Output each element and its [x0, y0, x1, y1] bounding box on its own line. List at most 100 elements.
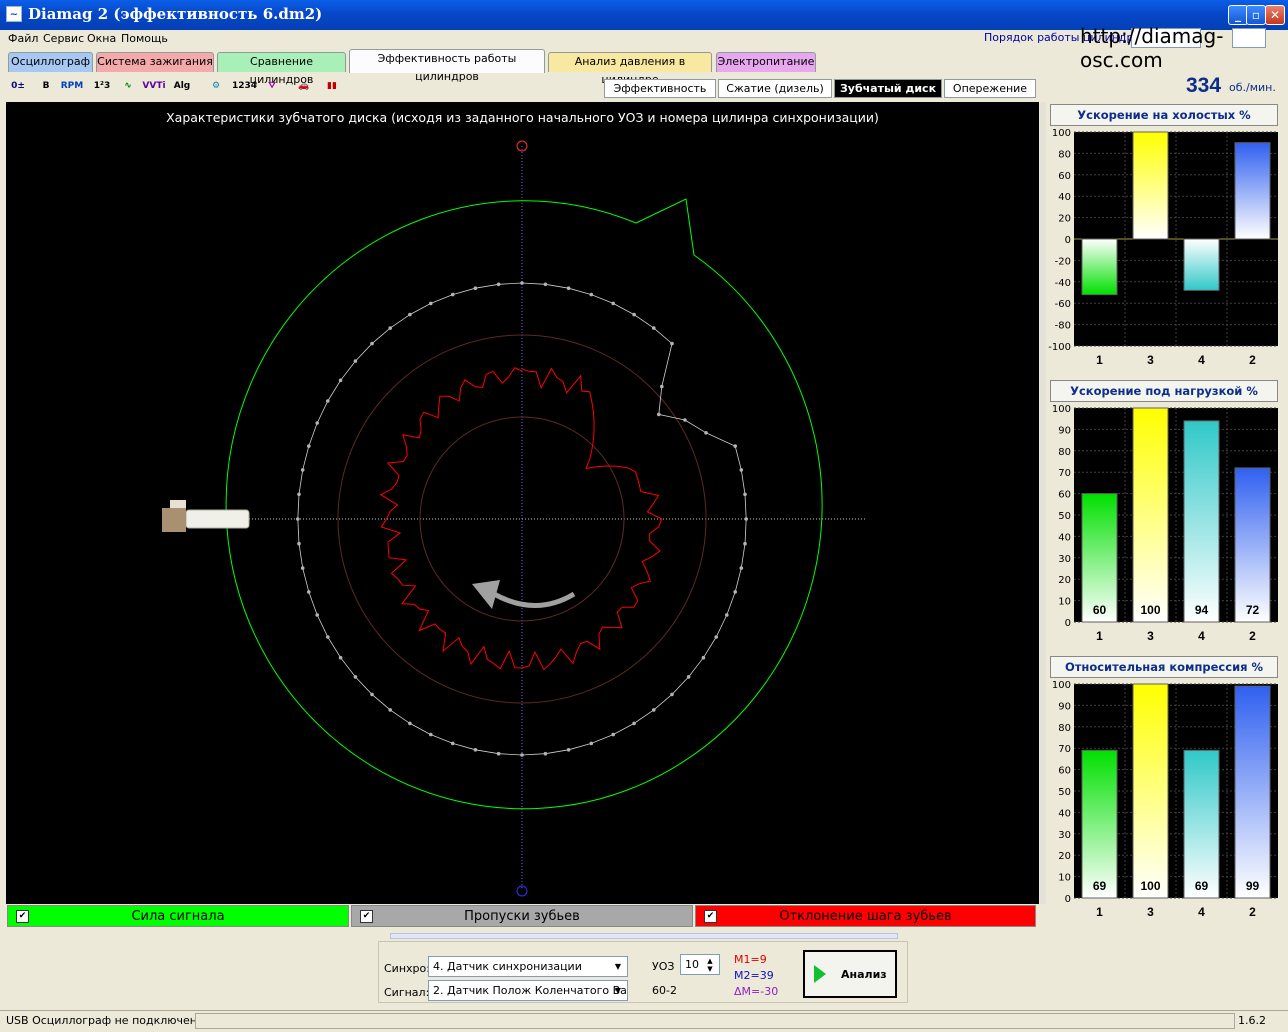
tooth-dot	[589, 741, 594, 746]
filter-icon[interactable]: ⛛	[260, 75, 284, 97]
tooth-dot	[611, 301, 615, 306]
vvti-icon[interactable]: VVTi	[142, 75, 166, 97]
tooth-dot	[704, 431, 708, 435]
signal-strength-checkbox[interactable]: ✔	[16, 910, 29, 923]
maximize-button[interactable]: ▫	[1246, 5, 1266, 25]
tab-pressure-analysis[interactable]: Анализ давления в цилиндре	[548, 52, 712, 86]
tooth-disk-plot: Характеристики зубчатого диска (исходя и…	[6, 102, 1039, 904]
x-tick-label: 3	[1147, 353, 1154, 367]
load-accel-chart: 0 10 20 30 40 50 60 70 80 90 100 60 1 100 3 94 4 72 2	[1052, 404, 1278, 643]
analyze-label: Анализ	[841, 968, 887, 981]
sync-select[interactable]: 4. Датчик синхронизации ▼	[428, 956, 628, 977]
y-tick-label: 100	[1052, 128, 1071, 139]
tooth-dot	[496, 751, 501, 756]
injector-icon[interactable]: ⚙	[204, 75, 228, 97]
bar-value-label: 69	[1093, 879, 1107, 893]
x-tick-label: 1	[1096, 629, 1103, 643]
menu-file[interactable]: Файл	[8, 31, 38, 47]
tooth-dot	[496, 282, 501, 287]
tooth-dot	[296, 517, 300, 521]
spinner-arrows-icon[interactable]: ▲ ▼	[703, 957, 717, 973]
rpm-icon[interactable]: RPM	[60, 75, 84, 97]
tooth-pitch-toggle[interactable]: ✔ Отклонение шага зубьев	[695, 905, 1036, 927]
uoz-label: УОЗ	[652, 960, 675, 973]
tooth-dot	[520, 753, 524, 757]
signal-select[interactable]: 2. Датчик Полож Коленчатого Вал ▼	[428, 980, 628, 1001]
uoz-spinner[interactable]: 10 ▲ ▼	[680, 954, 720, 975]
tab-ignition[interactable]: Система зажигания	[96, 52, 214, 72]
algorithm-icon[interactable]: Alg	[170, 75, 194, 97]
subtab-compression-diesel[interactable]: Сжатие (дизель)	[718, 79, 832, 98]
menu-service[interactable]: Сервис	[43, 31, 84, 47]
menu-help[interactable]: Помощь	[121, 31, 168, 47]
tooth-dot	[307, 444, 311, 448]
tooth-dot	[388, 708, 393, 712]
subtab-tooth-disk[interactable]: Зубчатый диск	[834, 79, 942, 98]
chart-icon[interactable]: ▮▮	[320, 75, 344, 97]
y-tick-label: 20	[1058, 851, 1071, 862]
chevron-down-icon[interactable]: ▼	[611, 959, 625, 974]
close-button[interactable]: ✕	[1265, 5, 1285, 25]
settings-icon[interactable]: 0±	[6, 75, 30, 97]
tooth-pitch-label: Отклонение шага зубьев	[779, 909, 952, 924]
y-tick-label: 0	[1065, 618, 1071, 629]
y-tick-label: -60	[1055, 299, 1071, 310]
signal-strength-label: Сила сигнала	[131, 909, 225, 924]
tooth-dot	[370, 692, 374, 697]
chevron-down-icon[interactable]: ▼	[611, 983, 625, 998]
subtab-advance[interactable]: Опережение	[944, 79, 1036, 98]
subtab-efficiency[interactable]: Эффективность	[604, 79, 716, 98]
minimize-button[interactable]: _	[1228, 5, 1248, 25]
tooth-pitch-checkbox[interactable]: ✔	[704, 910, 717, 923]
y-tick-label: 30	[1058, 830, 1071, 841]
y-tick-label: 30	[1058, 554, 1071, 565]
bold-icon[interactable]: B	[34, 75, 58, 97]
sequence-icon[interactable]: 1234	[232, 75, 257, 97]
tab-cylinder-efficiency[interactable]: Эффективность работы цилиндров	[349, 49, 545, 83]
y-tick-label: 80	[1058, 723, 1071, 734]
x-tick-label: 3	[1147, 905, 1154, 919]
bar-cyl-1	[1081, 238, 1118, 296]
signal-strength-curve	[225, 198, 823, 810]
tab-power[interactable]: Электропитание	[716, 52, 816, 72]
menu-windows[interactable]: Окна	[87, 31, 116, 47]
bar-cyl-1	[1081, 749, 1118, 899]
tab-cylinder-compare[interactable]: Сравнение цилиндров	[217, 52, 346, 86]
bottom-splitter[interactable]	[390, 933, 898, 939]
bar-cyl-3	[1132, 683, 1169, 899]
tooth-dot	[326, 635, 330, 639]
y-tick-label: -20	[1055, 256, 1071, 267]
status-pane	[195, 1013, 1235, 1029]
signal-value: 2. Датчик Полож Коленчатого Вал	[433, 984, 628, 997]
y-tick-label: 70	[1058, 468, 1071, 479]
tooth-dot	[744, 517, 748, 521]
bar-cyl-4	[1183, 749, 1220, 899]
tooth-dot	[543, 751, 548, 756]
tooth-dot	[429, 732, 433, 737]
car-icon[interactable]: 🚗	[292, 75, 316, 97]
signal-strength-toggle[interactable]: ✔ Сила сигнала	[7, 905, 349, 927]
tooth-gaps-checkbox[interactable]: ✔	[360, 910, 373, 923]
y-tick-label: -100	[1048, 342, 1071, 353]
y-tick-label: 60	[1058, 490, 1071, 501]
tab-oscilloscope[interactable]: Осциллограф	[8, 52, 93, 72]
tooth-dot	[683, 418, 687, 422]
analyze-button[interactable]: Анализ	[803, 950, 897, 998]
tooth-gaps-label: Пропуски зубьев	[464, 909, 580, 924]
graph-icon[interactable]: ∿	[116, 75, 140, 97]
side-splitter[interactable]	[1040, 102, 1046, 904]
rotation-arrowhead	[472, 580, 500, 609]
uoz-value: 10	[685, 958, 699, 971]
tooth-dot	[739, 468, 744, 472]
compression-title: Относительная компрессия %	[1050, 656, 1278, 678]
wheel-type: 60-2	[652, 984, 677, 997]
y-tick-label: 80	[1058, 149, 1071, 160]
order-icon[interactable]: 1²3	[90, 75, 114, 97]
rpm-value: 334	[1186, 74, 1222, 97]
x-tick-label: 4	[1198, 905, 1205, 919]
bar-cyl-4	[1183, 238, 1220, 291]
sync-label: Синхро:	[384, 962, 430, 975]
tooth-gaps-toggle[interactable]: ✔ Пропуски зубьев	[351, 905, 693, 927]
app-icon[interactable]: ~	[6, 6, 22, 22]
status-text: USB Осциллограф не подключен	[6, 1014, 197, 1027]
